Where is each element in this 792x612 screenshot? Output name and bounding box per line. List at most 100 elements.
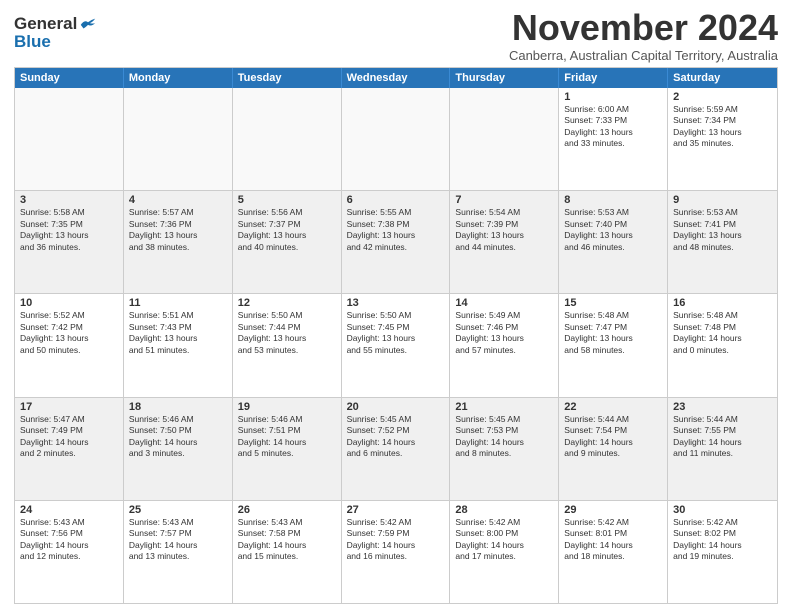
calendar-cell-16: 16Sunrise: 5:48 AM Sunset: 7:48 PM Dayli… [668,294,777,396]
cell-info: Sunrise: 5:53 AM Sunset: 7:40 PM Dayligh… [564,207,662,253]
day-number: 9 [673,194,772,206]
calendar-cell-29: 29Sunrise: 5:42 AM Sunset: 8:01 PM Dayli… [559,501,668,603]
calendar-cell-20: 20Sunrise: 5:45 AM Sunset: 7:52 PM Dayli… [342,398,451,500]
cell-info: Sunrise: 5:53 AM Sunset: 7:41 PM Dayligh… [673,207,772,253]
calendar-cell-12: 12Sunrise: 5:50 AM Sunset: 7:44 PM Dayli… [233,294,342,396]
title-section: November 2024 Canberra, Australian Capit… [509,10,778,63]
header-day-monday: Monday [124,68,233,88]
calendar-cell-9: 9Sunrise: 5:53 AM Sunset: 7:41 PM Daylig… [668,191,777,293]
calendar-cell-6: 6Sunrise: 5:55 AM Sunset: 7:38 PM Daylig… [342,191,451,293]
calendar-cell-18: 18Sunrise: 5:46 AM Sunset: 7:50 PM Dayli… [124,398,233,500]
day-number: 17 [20,401,118,413]
calendar-cell-26: 26Sunrise: 5:43 AM Sunset: 7:58 PM Dayli… [233,501,342,603]
day-number: 6 [347,194,445,206]
calendar-cell-25: 25Sunrise: 5:43 AM Sunset: 7:57 PM Dayli… [124,501,233,603]
day-number: 21 [455,401,553,413]
calendar-cell-19: 19Sunrise: 5:46 AM Sunset: 7:51 PM Dayli… [233,398,342,500]
day-number: 4 [129,194,227,206]
calendar-cell-8: 8Sunrise: 5:53 AM Sunset: 7:40 PM Daylig… [559,191,668,293]
cell-info: Sunrise: 5:52 AM Sunset: 7:42 PM Dayligh… [20,310,118,356]
calendar-cell-4: 4Sunrise: 5:57 AM Sunset: 7:36 PM Daylig… [124,191,233,293]
calendar-cell-2: 2Sunrise: 5:59 AM Sunset: 7:34 PM Daylig… [668,88,777,190]
day-number: 26 [238,504,336,516]
day-number: 29 [564,504,662,516]
day-number: 11 [129,297,227,309]
calendar-row-2: 3Sunrise: 5:58 AM Sunset: 7:35 PM Daylig… [15,191,777,294]
cell-info: Sunrise: 5:45 AM Sunset: 7:53 PM Dayligh… [455,414,553,460]
cell-info: Sunrise: 5:49 AM Sunset: 7:46 PM Dayligh… [455,310,553,356]
calendar-cell-5: 5Sunrise: 5:56 AM Sunset: 7:37 PM Daylig… [233,191,342,293]
logo-bird-icon [79,17,97,31]
calendar-cell-empty-r0c0 [15,88,124,190]
cell-info: Sunrise: 5:44 AM Sunset: 7:55 PM Dayligh… [673,414,772,460]
calendar-cell-11: 11Sunrise: 5:51 AM Sunset: 7:43 PM Dayli… [124,294,233,396]
calendar-cell-empty-r0c2 [233,88,342,190]
header: General Blue November 2024 Canberra, Aus… [14,10,778,63]
cell-info: Sunrise: 5:57 AM Sunset: 7:36 PM Dayligh… [129,207,227,253]
cell-info: Sunrise: 5:43 AM Sunset: 7:57 PM Dayligh… [129,517,227,563]
day-number: 8 [564,194,662,206]
cell-info: Sunrise: 5:43 AM Sunset: 7:58 PM Dayligh… [238,517,336,563]
cell-info: Sunrise: 5:51 AM Sunset: 7:43 PM Dayligh… [129,310,227,356]
calendar-cell-22: 22Sunrise: 5:44 AM Sunset: 7:54 PM Dayli… [559,398,668,500]
day-number: 14 [455,297,553,309]
calendar-cell-28: 28Sunrise: 5:42 AM Sunset: 8:00 PM Dayli… [450,501,559,603]
calendar: SundayMondayTuesdayWednesdayThursdayFrid… [14,67,778,604]
day-number: 12 [238,297,336,309]
calendar-cell-23: 23Sunrise: 5:44 AM Sunset: 7:55 PM Dayli… [668,398,777,500]
day-number: 19 [238,401,336,413]
calendar-row-1: 1Sunrise: 6:00 AM Sunset: 7:33 PM Daylig… [15,88,777,191]
calendar-row-3: 10Sunrise: 5:52 AM Sunset: 7:42 PM Dayli… [15,294,777,397]
day-number: 20 [347,401,445,413]
day-number: 1 [564,91,662,103]
cell-info: Sunrise: 5:59 AM Sunset: 7:34 PM Dayligh… [673,104,772,150]
day-number: 16 [673,297,772,309]
day-number: 3 [20,194,118,206]
calendar-row-4: 17Sunrise: 5:47 AM Sunset: 7:49 PM Dayli… [15,398,777,501]
cell-info: Sunrise: 5:42 AM Sunset: 8:00 PM Dayligh… [455,517,553,563]
logo: General Blue [14,14,97,52]
header-day-wednesday: Wednesday [342,68,451,88]
cell-info: Sunrise: 5:54 AM Sunset: 7:39 PM Dayligh… [455,207,553,253]
logo-blue: Blue [14,32,51,52]
day-number: 5 [238,194,336,206]
cell-info: Sunrise: 5:46 AM Sunset: 7:50 PM Dayligh… [129,414,227,460]
header-day-saturday: Saturday [668,68,777,88]
day-number: 27 [347,504,445,516]
calendar-cell-1: 1Sunrise: 6:00 AM Sunset: 7:33 PM Daylig… [559,88,668,190]
logo-general: General [14,14,77,34]
calendar-cell-14: 14Sunrise: 5:49 AM Sunset: 7:46 PM Dayli… [450,294,559,396]
subtitle: Canberra, Australian Capital Territory, … [509,48,778,63]
cell-info: Sunrise: 5:46 AM Sunset: 7:51 PM Dayligh… [238,414,336,460]
header-day-sunday: Sunday [15,68,124,88]
cell-info: Sunrise: 5:50 AM Sunset: 7:45 PM Dayligh… [347,310,445,356]
cell-info: Sunrise: 5:42 AM Sunset: 8:02 PM Dayligh… [673,517,772,563]
day-number: 15 [564,297,662,309]
day-number: 22 [564,401,662,413]
header-day-tuesday: Tuesday [233,68,342,88]
calendar-cell-empty-r0c3 [342,88,451,190]
calendar-row-5: 24Sunrise: 5:43 AM Sunset: 7:56 PM Dayli… [15,501,777,603]
cell-info: Sunrise: 5:42 AM Sunset: 7:59 PM Dayligh… [347,517,445,563]
cell-info: Sunrise: 5:50 AM Sunset: 7:44 PM Dayligh… [238,310,336,356]
calendar-cell-empty-r0c1 [124,88,233,190]
day-number: 7 [455,194,553,206]
day-number: 10 [20,297,118,309]
cell-info: Sunrise: 5:48 AM Sunset: 7:48 PM Dayligh… [673,310,772,356]
cell-info: Sunrise: 5:58 AM Sunset: 7:35 PM Dayligh… [20,207,118,253]
header-day-friday: Friday [559,68,668,88]
cell-info: Sunrise: 5:56 AM Sunset: 7:37 PM Dayligh… [238,207,336,253]
day-number: 24 [20,504,118,516]
cell-info: Sunrise: 5:42 AM Sunset: 8:01 PM Dayligh… [564,517,662,563]
day-number: 2 [673,91,772,103]
day-number: 18 [129,401,227,413]
cell-info: Sunrise: 5:48 AM Sunset: 7:47 PM Dayligh… [564,310,662,356]
calendar-cell-30: 30Sunrise: 5:42 AM Sunset: 8:02 PM Dayli… [668,501,777,603]
calendar-cell-7: 7Sunrise: 5:54 AM Sunset: 7:39 PM Daylig… [450,191,559,293]
cell-info: Sunrise: 5:43 AM Sunset: 7:56 PM Dayligh… [20,517,118,563]
calendar-cell-27: 27Sunrise: 5:42 AM Sunset: 7:59 PM Dayli… [342,501,451,603]
cell-info: Sunrise: 5:47 AM Sunset: 7:49 PM Dayligh… [20,414,118,460]
cell-info: Sunrise: 5:55 AM Sunset: 7:38 PM Dayligh… [347,207,445,253]
cell-info: Sunrise: 5:44 AM Sunset: 7:54 PM Dayligh… [564,414,662,460]
month-title: November 2024 [509,10,778,46]
